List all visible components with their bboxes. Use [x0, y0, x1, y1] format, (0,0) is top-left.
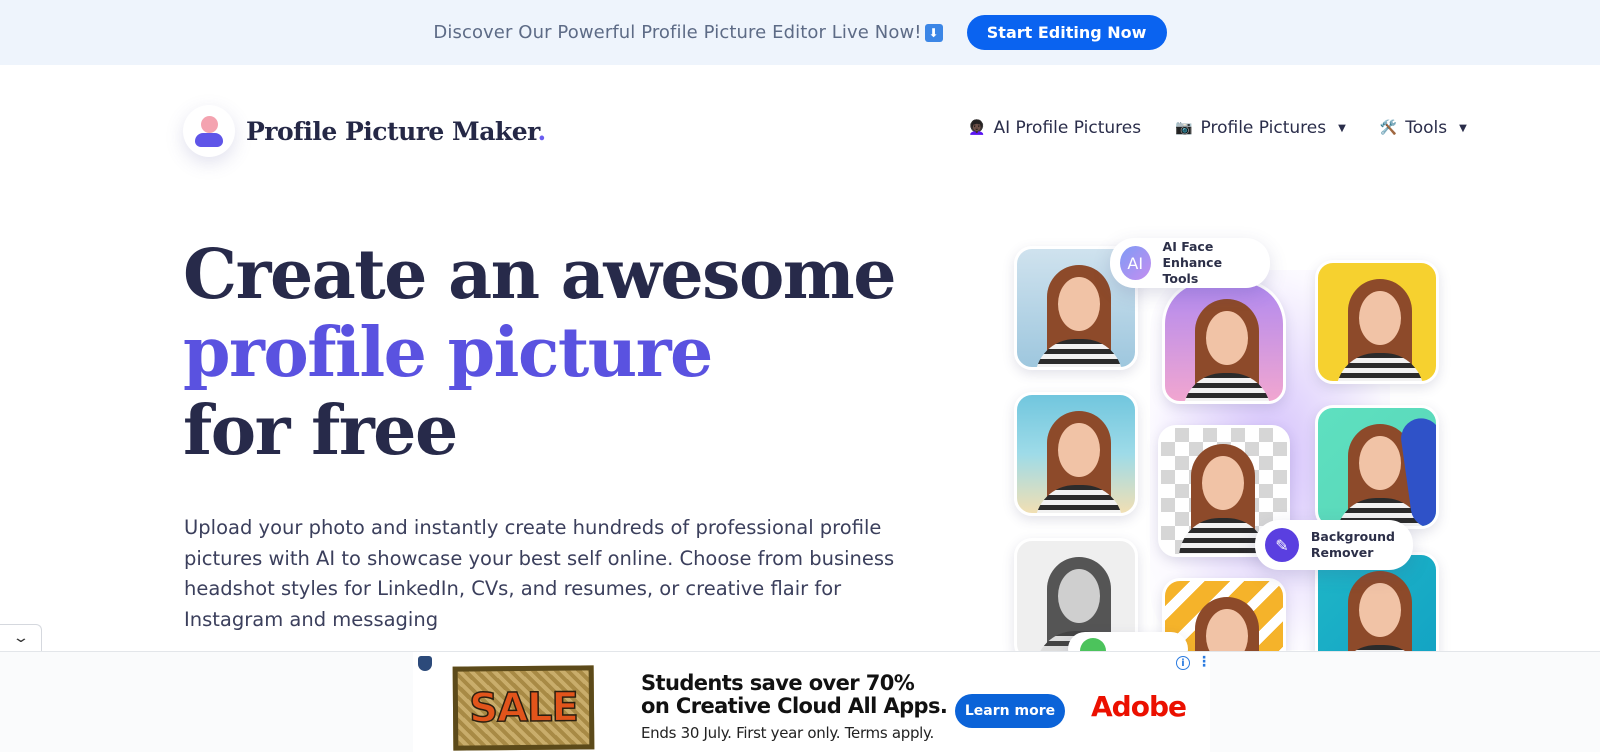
- caret-down-icon: ▼: [1459, 122, 1467, 134]
- chevron-down-icon: ⌄: [11, 630, 30, 646]
- hero-title-line-1: Create an awesome: [183, 235, 897, 315]
- start-editing-button[interactable]: Start Editing Now: [966, 15, 1167, 50]
- caret-down-icon: ▼: [1338, 122, 1346, 134]
- chip-label: AI Face Enhance Tools: [1163, 239, 1252, 287]
- profile-tile-beach: [1014, 392, 1138, 516]
- more-options-icon[interactable]: ⋮: [1197, 654, 1211, 670]
- arrow-down-icon: ⬇: [924, 24, 943, 42]
- main-nav: 👩🏿‍🦱 AI Profile Pictures 📷 Profile Pictu…: [968, 118, 1501, 138]
- hero-title: Create an awesome profile picture for fr…: [183, 235, 897, 471]
- avatar-logo-icon: [183, 105, 235, 157]
- info-icon[interactable]: i: [1176, 656, 1190, 670]
- ad-headline-line: Students save over 70%: [641, 671, 915, 695]
- nav-label: Profile Pictures: [1200, 118, 1327, 138]
- logo-head-shape: [201, 116, 218, 133]
- ai-avatar-icon: 👩🏿‍🦱: [968, 120, 986, 136]
- ai-face-enhance-chip: AI AI Face Enhance Tools: [1110, 238, 1270, 288]
- adobe-logo: Adobe: [1091, 690, 1187, 723]
- profile-tile-yellow: [1315, 260, 1439, 384]
- learn-more-button[interactable]: Learn more: [955, 694, 1065, 728]
- tools-icon: 🛠️: [1379, 120, 1398, 136]
- ad-subtext: Ends 30 July. First year only. Terms app…: [641, 724, 934, 742]
- sale-image: SALE: [452, 665, 595, 751]
- chip-label-line: Background: [1310, 529, 1395, 544]
- logo-dot: .: [537, 116, 547, 146]
- ai-badge-icon: AI: [1120, 246, 1151, 280]
- chip-label-line: AI Face: [1162, 239, 1214, 254]
- profile-tile-teal: [1315, 405, 1439, 529]
- chip-label: Background Remover: [1311, 529, 1395, 561]
- shield-icon: [418, 656, 432, 671]
- logo-body-shape: [195, 133, 223, 147]
- hero-title-line-3: for free: [183, 391, 458, 471]
- profile-tile-purple: [1162, 280, 1286, 404]
- camera-icon: 📷: [1175, 120, 1193, 136]
- promo-text: Discover Our Powerful Profile Picture Ed…: [433, 22, 943, 43]
- logo-name: Profile Picture Maker: [246, 116, 538, 146]
- promo-banner: Discover Our Powerful Profile Picture Ed…: [0, 0, 1600, 65]
- nav-label: AI Profile Pictures: [993, 118, 1142, 138]
- logo-text: Profile Picture Maker.: [246, 117, 546, 146]
- adobe-ad[interactable]: SALE Students save over 70% on Creative …: [413, 652, 1211, 753]
- sale-text: SALE: [468, 684, 578, 732]
- nav-item-ai-profile-pictures[interactable]: 👩🏿‍🦱 AI Profile Pictures: [968, 118, 1141, 138]
- background-remover-chip: ✎ Background Remover: [1255, 520, 1413, 570]
- chip-label-line: Remover: [1310, 545, 1374, 560]
- hero-description: Upload your photo and instantly create h…: [184, 516, 895, 631]
- collapse-ad-button[interactable]: ⌄: [0, 624, 42, 651]
- ad-headline-line: on Creative Cloud All Apps.: [641, 694, 948, 718]
- magic-wand-icon: ✎: [1265, 528, 1299, 562]
- ad-bar: SALE Students save over 70% on Creative …: [0, 651, 1600, 753]
- chip-label-line: Enhance Tools: [1162, 255, 1223, 286]
- logo-link[interactable]: Profile Picture Maker.: [183, 105, 546, 157]
- ad-headline: Students save over 70% on Creative Cloud…: [641, 671, 948, 718]
- profile-collage: AI AI Face Enhance Tools ✎ Background Re…: [1000, 230, 1460, 702]
- promo-text-label: Discover Our Powerful Profile Picture Ed…: [433, 22, 922, 43]
- hero-title-line-2: profile picture: [183, 313, 713, 393]
- nav-item-profile-pictures[interactable]: 📷 Profile Pictures ▼: [1175, 118, 1346, 138]
- nav-item-tools[interactable]: 🛠️ Tools ▼: [1380, 118, 1467, 138]
- nav-label: Tools: [1405, 118, 1448, 138]
